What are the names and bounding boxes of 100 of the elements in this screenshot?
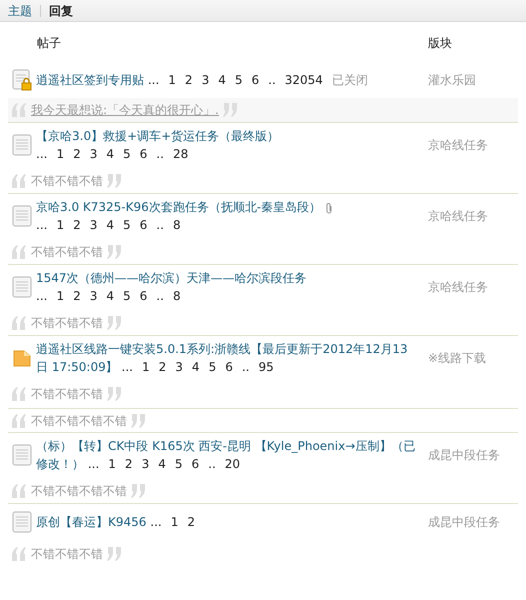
page-link[interactable]: 2 [124,457,133,471]
page-link[interactable]: 4 [106,218,114,232]
thread-title[interactable]: 日 17:50:09】 [36,360,118,374]
column-header: 帖子 [37,35,62,52]
page-link[interactable]: 4 [192,360,200,374]
close-quote-icon [107,547,123,561]
page-link[interactable]: 3 [202,73,210,87]
page-link[interactable]: ... [36,147,48,161]
page-link[interactable]: .. [242,360,250,374]
thread-title[interactable]: 逍遥社区线路一键安装5.0.1系列:浙赣线【最后更新于2012年12月13 [36,342,408,356]
page-link[interactable]: 3 [142,457,150,471]
page-link[interactable]: 20 [224,457,240,471]
forum-name: 成昆中段任务 [428,447,501,464]
page-link[interactable]: 1 [56,218,64,232]
quote-text: 不错不错不错 [31,173,103,190]
page-link[interactable]: .. [268,73,276,87]
page-link[interactable]: 1 [108,457,116,471]
page-link[interactable]: 6 [225,360,233,374]
close-quote-icon [131,484,147,498]
open-quote-icon [11,174,27,188]
forum-name: 灌水乐园 [428,72,477,89]
quote-text: 不错不错不错 [31,315,103,332]
page-link[interactable]: .. [208,457,216,471]
page-link[interactable]: 1 [142,360,150,374]
page-link[interactable]: 6 [251,73,260,87]
page-link[interactable]: 2 [73,289,81,303]
page-link[interactable]: 1 [170,515,178,529]
column-header: 版块 [428,35,453,52]
page-link[interactable]: 28 [172,147,188,161]
thread-title[interactable]: 逍遥社区签到专用贴 [36,73,144,87]
forum-name: 京哈线任务 [428,137,489,154]
page-link[interactable]: 6 [140,147,148,161]
open-quote-icon [11,387,27,401]
page-link[interactable]: ... [122,360,133,374]
page-link[interactable]: 3 [175,360,183,374]
page-link[interactable]: ... [36,218,48,232]
folder-icon [12,348,32,368]
page-link[interactable]: 1 [56,289,64,303]
document-icon [12,205,32,227]
forum-name: 京哈线任务 [428,279,489,296]
tab[interactable]: 主题 [8,2,32,20]
page-link[interactable]: .. [156,147,164,161]
close-quote-icon [131,414,147,428]
page-link[interactable]: 2 [73,147,81,161]
page-link[interactable]: 8 [172,218,181,232]
page-link[interactable]: 1 [56,147,64,161]
status-label: 已关闭 [332,73,368,87]
page-link[interactable]: 3 [90,289,98,303]
thread-title[interactable]: 1547次（德州——哈尔滨）天津——哈尔滨段任务 [36,271,307,285]
page-link[interactable]: 6 [191,457,200,471]
thread-title[interactable]: 原创【春运】K9456 [36,515,146,529]
page-link[interactable]: 3 [90,147,98,161]
page-link[interactable]: 1 [168,73,176,87]
open-quote-icon [11,316,27,330]
document-icon [12,276,32,298]
page-link[interactable]: 4 [106,289,114,303]
page-link[interactable]: 6 [140,218,148,232]
page-link[interactable]: 3 [90,218,98,232]
quote-text: 不错不错不错 [31,546,103,563]
page-link[interactable]: 95 [258,360,274,374]
thread-title[interactable]: 【京哈3.0】救援+调车+货运任务（最终版） [36,129,280,143]
page-link[interactable]: 5 [123,289,131,303]
page-link[interactable]: 2 [184,73,193,87]
close-quote-icon [222,103,239,117]
open-quote-icon [11,484,27,498]
page-link[interactable]: 6 [140,289,148,303]
quote-text: 不错不错不错不错 [31,412,127,430]
page-link[interactable]: 2 [187,515,195,529]
page-link[interactable]: 32054 [284,73,323,87]
page-link[interactable]: 5 [208,360,216,374]
page-link[interactable]: 4 [218,73,226,87]
page-link[interactable]: ... [150,515,162,529]
thread-title[interactable]: 京哈3.0 K7325-K96次套跑任务（抚顺北-秦皇岛段） [36,200,322,214]
page-link[interactable]: ... [148,73,160,87]
forum-name: ※线路下载 [428,350,488,367]
page-link[interactable]: 5 [174,457,182,471]
open-quote-icon [11,547,27,561]
page-link[interactable]: 5 [234,73,242,87]
page-link[interactable]: 4 [106,147,114,161]
page-link[interactable]: 5 [123,218,131,232]
forum-name: 成昆中段任务 [428,514,501,531]
locked-document-icon [12,69,32,91]
forum-name: 京哈线任务 [428,208,489,225]
thread-title[interactable]: 修改！） [36,457,84,471]
close-quote-icon [107,174,123,188]
page-link[interactable]: 8 [172,289,181,303]
page-link[interactable]: 2 [158,360,166,374]
tab[interactable]: 回复 [49,2,73,20]
close-quote-icon [107,387,123,401]
close-quote-icon [107,245,123,259]
quote-text: 不错不错不错 [31,386,103,403]
page-link[interactable]: .. [156,218,164,232]
page-link[interactable]: 5 [123,147,131,161]
close-quote-icon [107,316,123,330]
page-link[interactable]: ... [36,289,48,303]
thread-title[interactable]: （标）【转】CK中段 K165次 西安-昆明 【Kyle_Phoenix→压制】（已 [36,439,416,453]
page-link[interactable]: 4 [158,457,166,471]
page-link[interactable]: ... [88,457,100,471]
page-link[interactable]: 2 [73,218,81,232]
page-link[interactable]: .. [156,289,164,303]
